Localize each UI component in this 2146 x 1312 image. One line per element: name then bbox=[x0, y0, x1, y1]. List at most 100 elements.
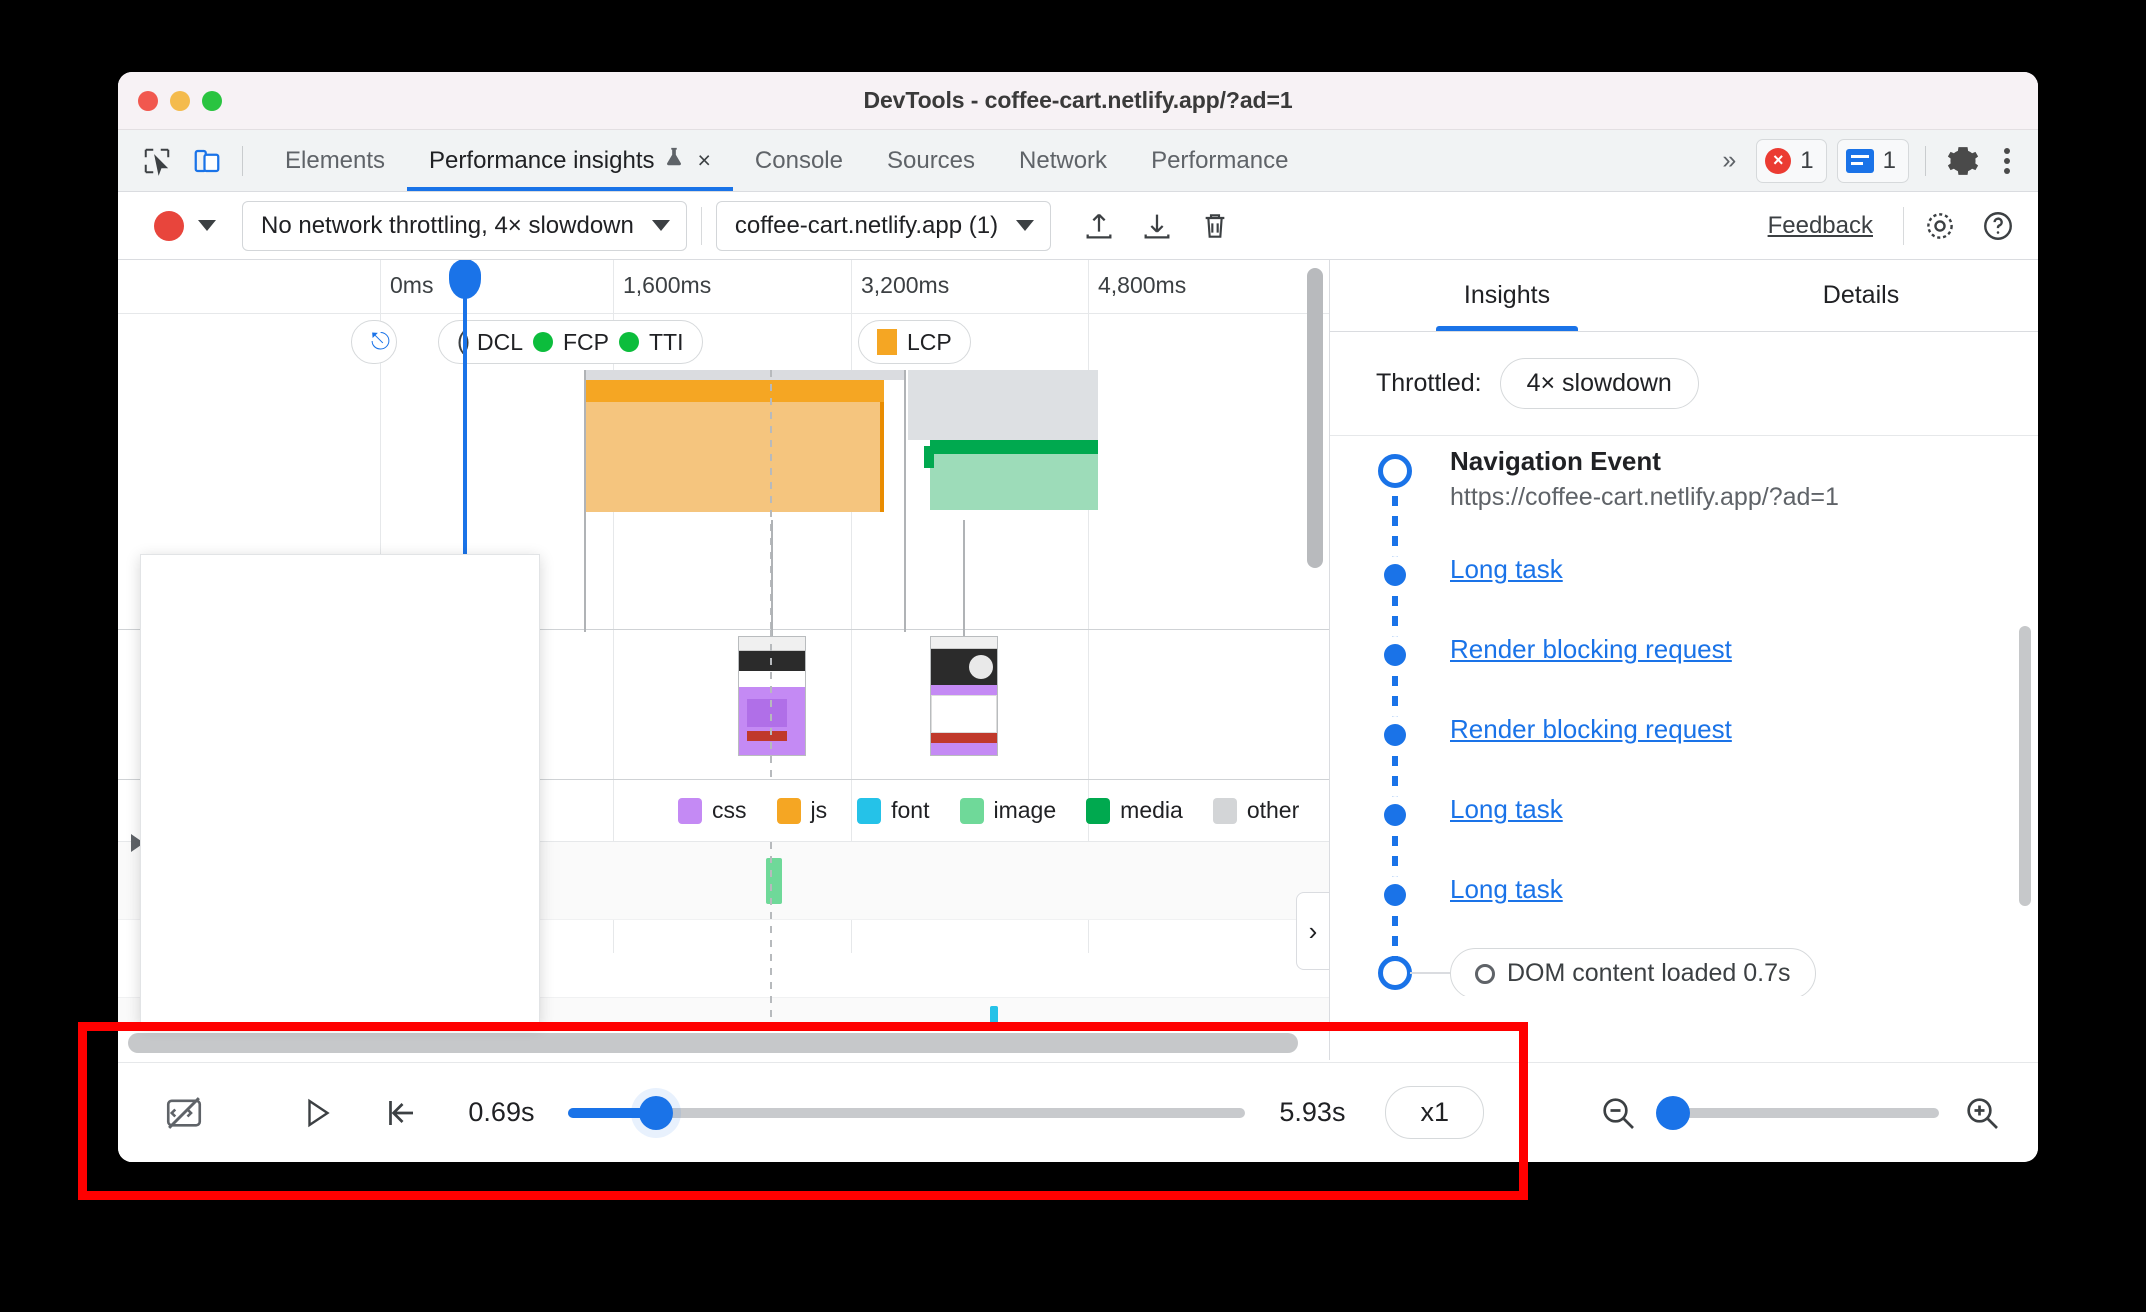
upload-icon[interactable] bbox=[1077, 204, 1121, 248]
throttled-value-chip[interactable]: 4× slowdown bbox=[1499, 358, 1699, 409]
insight-item-long-task-1[interactable]: Long task bbox=[1450, 554, 1998, 585]
insight-item-render-blocking-2[interactable]: Render blocking request bbox=[1450, 714, 1998, 745]
ruler-tick-3: 4,800ms bbox=[1098, 272, 1187, 298]
help-icon[interactable] bbox=[1976, 204, 2020, 248]
feedback-link[interactable]: Feedback bbox=[1768, 212, 1873, 240]
tab-list: Elements Performance insights × Console … bbox=[263, 130, 1310, 191]
tab-insights[interactable]: Insights bbox=[1330, 260, 1684, 331]
tab-elements[interactable]: Elements bbox=[263, 130, 407, 191]
tab-network[interactable]: Network bbox=[997, 130, 1129, 191]
dom-event-ring-icon bbox=[1475, 963, 1495, 984]
scrollbar-thumb[interactable] bbox=[128, 1033, 1298, 1053]
legend-swatch-js bbox=[776, 797, 801, 824]
timeline-ruler[interactable]: 0ms 1,600ms 3,200ms 4,800ms bbox=[118, 260, 1329, 953]
close-tab-button[interactable]: × bbox=[697, 147, 710, 174]
device-toolbar-icon[interactable] bbox=[186, 140, 228, 182]
legend-swatch-css bbox=[678, 797, 702, 824]
toolbar-divider-1 bbox=[700, 206, 702, 245]
legend-item-other: other bbox=[1212, 797, 1299, 824]
chevron-right-icon[interactable]: › bbox=[1296, 892, 1329, 970]
tti-dot-icon bbox=[619, 332, 639, 352]
tab-bar-divider-right bbox=[1925, 145, 1926, 176]
marker-pill-dcl-fcp-tti[interactable]: () DCL FCP TTI bbox=[438, 320, 703, 364]
request-bar-image[interactable] bbox=[766, 858, 782, 904]
error-count-label: 1 bbox=[1800, 146, 1814, 174]
tab-sources[interactable]: Sources bbox=[865, 130, 997, 191]
message-count-badge[interactable]: 1 bbox=[1836, 138, 1909, 183]
insight-node-icon bbox=[1384, 804, 1406, 826]
record-button[interactable] bbox=[154, 210, 184, 241]
network-throttling-select[interactable]: No network throttling, 4× slowdown bbox=[242, 200, 687, 251]
main-content: 0ms 1,600ms 3,200ms 4,800ms ⎋ () DCL FCP bbox=[118, 260, 2038, 1060]
timeline-pane: 0ms 1,600ms 3,200ms 4,800ms ⎋ () DCL FCP bbox=[118, 260, 1330, 1060]
error-count-badge[interactable]: × 1 bbox=[1756, 138, 1827, 183]
navigation-node-icon bbox=[1378, 454, 1412, 488]
throttled-label: Throttled: bbox=[1376, 369, 1482, 397]
insight-link[interactable]: Render blocking request bbox=[1450, 714, 1732, 744]
page-select[interactable]: coffee-cart.netlify.app (1) bbox=[715, 200, 1052, 251]
play-icon[interactable] bbox=[291, 1087, 342, 1139]
dom-event-node-icon bbox=[1378, 956, 1412, 990]
tab-performance-insights[interactable]: Performance insights × bbox=[407, 130, 733, 191]
insight-link[interactable]: Render blocking request bbox=[1450, 634, 1732, 664]
insights-list: Navigation Event https://coffee-cart.net… bbox=[1330, 436, 2038, 996]
trash-icon[interactable] bbox=[1193, 204, 1237, 248]
legend-label-image: image bbox=[993, 797, 1057, 823]
insight-link[interactable]: Long task bbox=[1450, 794, 1563, 824]
filmstrip-thumbnail-1[interactable] bbox=[738, 636, 806, 756]
insight-item-render-blocking-1[interactable]: Render blocking request bbox=[1450, 634, 1998, 665]
legend-item-css: css bbox=[678, 797, 747, 824]
tab-label: Performance insights bbox=[429, 146, 655, 174]
tab-performance[interactable]: Performance bbox=[1129, 130, 1310, 191]
tab-details[interactable]: Details bbox=[1684, 260, 2038, 331]
gear-icon[interactable] bbox=[1918, 204, 1962, 248]
window-title: DevTools - coffee-cart.netlify.app/?ad=1 bbox=[863, 87, 1293, 113]
devtools-window: DevTools - coffee-cart.netlify.app/?ad=1 bbox=[118, 72, 2038, 1162]
insights-vertical-scrollbar[interactable] bbox=[2019, 626, 2031, 906]
marker-label-tti: TTI bbox=[649, 328, 684, 355]
jump-to-start-icon[interactable] bbox=[375, 1087, 426, 1139]
marker-pill-partial[interactable]: ⎋ bbox=[351, 320, 397, 364]
sidebar-tab-list: Insights Details bbox=[1330, 260, 2038, 332]
page-select-value: coffee-cart.netlify.app (1) bbox=[734, 211, 999, 239]
playhead-handle[interactable] bbox=[449, 260, 481, 299]
playback-slider[interactable] bbox=[568, 1095, 1246, 1130]
record-options-dropdown[interactable] bbox=[198, 220, 216, 231]
gear-icon[interactable] bbox=[1942, 140, 1984, 182]
insight-link[interactable]: Long task bbox=[1450, 554, 1563, 584]
marker-label-dcl: DCL bbox=[476, 328, 523, 355]
screenshot-off-icon[interactable] bbox=[158, 1087, 209, 1139]
screenshot-stage: DevTools - coffee-cart.netlify.app/?ad=1 bbox=[0, 0, 2146, 1312]
tab-console[interactable]: Console bbox=[733, 130, 865, 191]
dom-content-loaded-pill[interactable]: DOM content loaded 0.7s bbox=[1450, 948, 1816, 996]
playback-speed-chip[interactable]: x1 bbox=[1385, 1086, 1484, 1139]
timeline-horizontal-scrollbar[interactable] bbox=[118, 1026, 1329, 1060]
zoom-slider[interactable] bbox=[1655, 1095, 1939, 1130]
insight-node-icon bbox=[1384, 724, 1406, 746]
zoom-in-icon[interactable] bbox=[1957, 1087, 2008, 1139]
fcp-dot-icon bbox=[533, 332, 553, 352]
legend-item-media: media bbox=[1086, 797, 1183, 824]
more-tabs-icon[interactable]: » bbox=[1712, 146, 1746, 175]
zoom-slider-knob[interactable] bbox=[1655, 1095, 1690, 1130]
lcp-square-icon bbox=[877, 329, 897, 355]
timeline-vertical-scrollbar[interactable] bbox=[1307, 268, 1323, 568]
insight-link[interactable]: Long task bbox=[1450, 874, 1563, 904]
ruler-tick-2: 3,200ms bbox=[861, 272, 950, 298]
filmstrip-thumbnail-2[interactable] bbox=[930, 636, 998, 756]
playback-slider-knob[interactable] bbox=[639, 1095, 674, 1130]
chevron-down-icon bbox=[651, 220, 670, 231]
zoom-out-icon[interactable] bbox=[1592, 1087, 1643, 1139]
insight-item-long-task-3[interactable]: Long task bbox=[1450, 874, 1998, 905]
navigation-event-title: Navigation Event bbox=[1450, 446, 1661, 476]
marker-pill-lcp[interactable]: LCP bbox=[858, 320, 971, 364]
inspect-cursor-icon[interactable] bbox=[136, 140, 178, 182]
insight-item-long-task-2[interactable]: Long task bbox=[1450, 794, 1998, 825]
playback-end-time: 5.93s bbox=[1279, 1097, 1346, 1127]
download-icon[interactable] bbox=[1135, 204, 1179, 248]
kebab-menu-icon[interactable] bbox=[1994, 147, 2020, 174]
legend-swatch-image bbox=[959, 797, 984, 824]
navigation-event-item[interactable]: Navigation Event https://coffee-cart.net… bbox=[1450, 446, 1998, 512]
tab-label: Performance bbox=[1151, 146, 1289, 174]
throttled-row: Throttled: 4× slowdown bbox=[1330, 332, 2038, 436]
